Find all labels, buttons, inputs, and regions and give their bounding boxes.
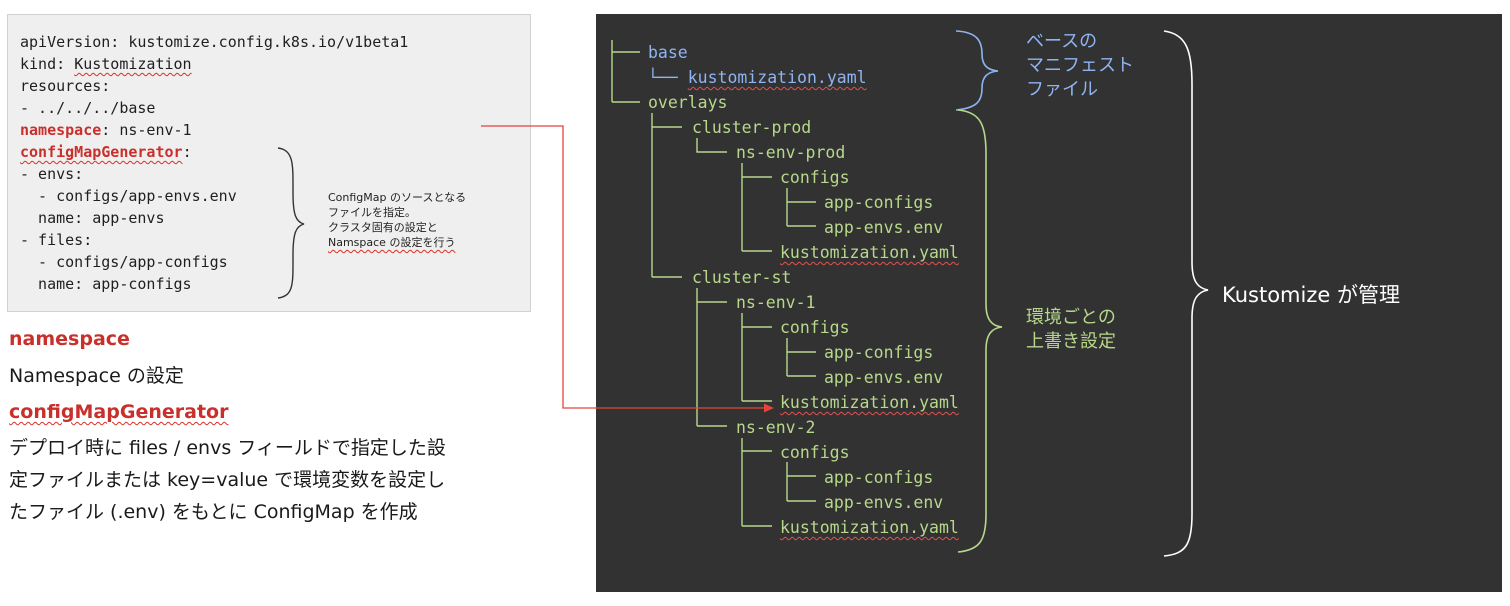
namespace-arrow bbox=[481, 125, 774, 413]
